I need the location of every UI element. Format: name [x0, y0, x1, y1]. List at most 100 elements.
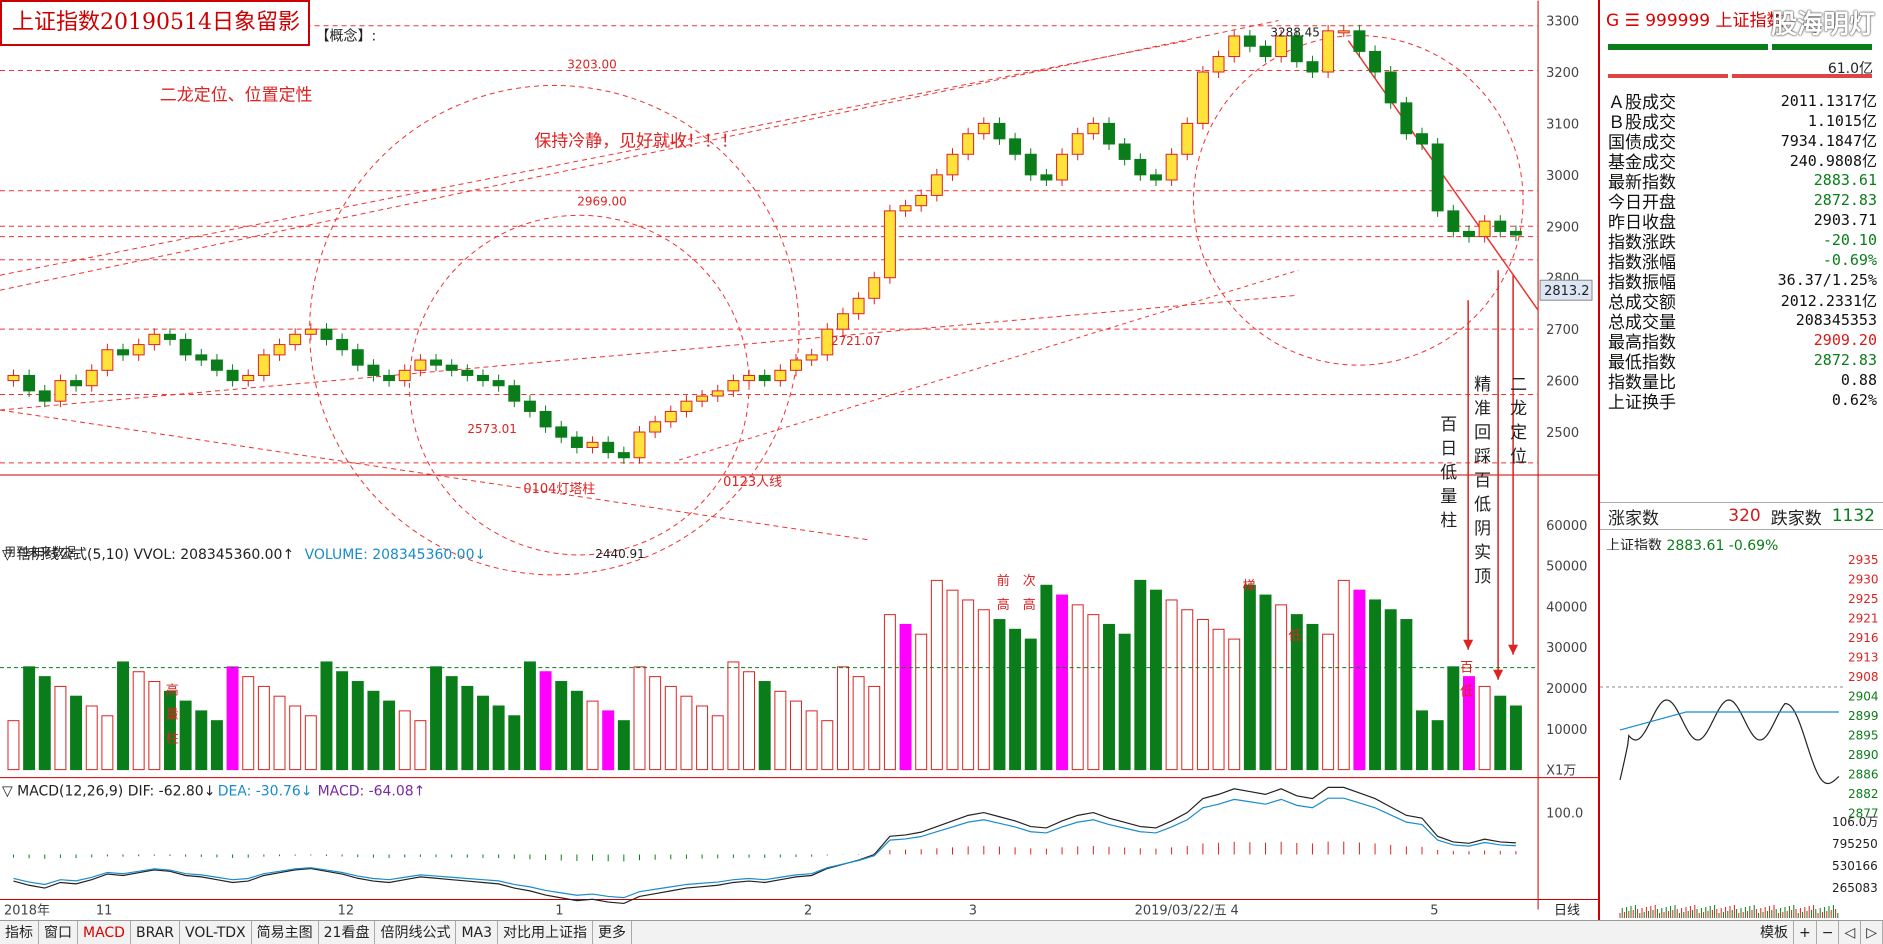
volume-bar: [805, 710, 818, 771]
annotation-precise: 精: [1474, 375, 1491, 395]
label-second-high: 次: [1023, 573, 1036, 589]
price-tick: 2600: [1546, 375, 1579, 390]
extra-value: 61.0亿: [1827, 61, 1873, 77]
volume-bar: [1056, 594, 1069, 771]
annotation-calm: 保持冷静，见好就收！！！: [534, 131, 738, 151]
candle-body: [899, 205, 912, 212]
candle-body: [617, 452, 630, 459]
volume-bar: [336, 671, 349, 771]
candle-body: [1369, 50, 1382, 73]
label-second-high: 高: [1023, 597, 1036, 613]
volume-bar: [445, 676, 458, 771]
tab-5[interactable]: 简易主图: [252, 921, 319, 944]
tab-0[interactable]: 指标: [0, 921, 39, 944]
tab-right-2[interactable]: −: [1817, 921, 1840, 944]
volume-bar: [993, 619, 1006, 771]
macd-header-b: DEA: -30.76↓: [218, 784, 313, 800]
candle-body: [1212, 56, 1225, 73]
candle-body: [711, 390, 724, 397]
price-tick: 2500: [1546, 426, 1579, 441]
volume-bar: [148, 681, 161, 771]
candle-body: [508, 385, 521, 402]
mini-tick: 2921: [1848, 612, 1879, 626]
annotation-hundred-low: 日: [1440, 439, 1457, 459]
macd-tick: 100.0: [1546, 807, 1583, 822]
annotation-precise: 低: [1474, 495, 1491, 515]
tab-right-3[interactable]: ◁: [1839, 921, 1862, 944]
tab-7[interactable]: 倍阴线公式: [375, 921, 457, 944]
price-tick: 2900: [1546, 220, 1579, 235]
label-3288: 3288.45: [1270, 26, 1320, 40]
volume-bar: [836, 666, 849, 771]
vol-tick: 20000: [1546, 682, 1587, 697]
volume-bar: [195, 710, 208, 771]
tab-9[interactable]: 对比用上证指: [498, 921, 594, 944]
candle-body: [70, 380, 83, 387]
volume-bar: [555, 681, 568, 771]
annotation-precise: 回: [1474, 423, 1491, 443]
candle-body: [1009, 138, 1022, 155]
volume-bar: [492, 705, 505, 771]
tab-right-0[interactable]: 模板: [1755, 921, 1794, 944]
tab-8[interactable]: MA3: [456, 921, 499, 944]
annotation-dragon-pos: 龙: [1510, 399, 1527, 419]
candle-body: [586, 441, 599, 448]
quote-sidebar: G ☰ 999999 上证指数 股海明灯 61.0亿 Ａ股成交 2011.1317…: [1600, 0, 1883, 920]
price-tick: 2700: [1546, 323, 1579, 338]
tab-2[interactable]: MACD: [78, 921, 131, 944]
label-vol-high: 量: [166, 708, 179, 723]
volume-bar: [320, 661, 333, 771]
candle-body: [1165, 153, 1178, 181]
quote-value: 2872.83: [1813, 191, 1877, 209]
candle-body: [555, 426, 568, 438]
tab-6[interactable]: 21看盘: [319, 921, 376, 944]
date-tick: 2019/03/22/五: [1135, 903, 1227, 918]
candle-body: [946, 153, 959, 176]
mini-vol-tick: 265083: [1832, 881, 1878, 895]
volume-bar: [1165, 599, 1178, 771]
volume-bar: [1353, 589, 1366, 771]
volume-bar: [1431, 720, 1444, 771]
tab-10[interactable]: 更多: [593, 921, 633, 944]
volume-bar: [101, 715, 114, 771]
volume-bar: [1134, 579, 1147, 771]
candle-body: [805, 354, 818, 361]
tab-right-1[interactable]: +: [1794, 921, 1817, 944]
candle-body: [1509, 230, 1522, 236]
label-vol-high: 高: [166, 683, 179, 699]
candle-body: [1431, 143, 1444, 212]
up-count: 320: [1728, 506, 1761, 526]
volume-bar: [477, 695, 489, 771]
annotation-hundred-low: 量: [1440, 487, 1457, 507]
volume-bar: [351, 681, 364, 771]
vol-tick: 30000: [1546, 641, 1587, 656]
vol-tick: X1万: [1546, 764, 1576, 779]
annotation-dragon-pos: 二: [1510, 375, 1527, 395]
date-tick: 1: [555, 903, 563, 918]
intraday-mini-chart[interactable]: 2935 2930 2925 2921 2916 2913 2908 2904 2899 2895…: [1600, 550, 1883, 920]
kline-chart[interactable]: 3300320031003000290028002700260025006000…: [0, 0, 1600, 920]
label-2573: 2573.01: [467, 422, 517, 436]
candle-body: [649, 421, 662, 433]
annotation-hundred-low: 百: [1440, 415, 1457, 435]
candle-body: [273, 344, 286, 356]
candle-body: [1322, 30, 1335, 73]
price-tick: 3300: [1546, 15, 1579, 30]
tab-right-4[interactable]: ▷: [1861, 921, 1883, 944]
volume-bar: [664, 685, 677, 771]
quote-value: 208345353: [1795, 311, 1877, 329]
candle-body: [570, 436, 583, 448]
mini-vol-tick: 106.0万: [1832, 815, 1878, 829]
label-front-high: 前: [997, 573, 1010, 589]
chart-bg: [0, 0, 1598, 920]
tab-spacer: [632, 921, 1755, 944]
volume-bar: [132, 671, 145, 771]
concept-label: 【概念】:: [316, 28, 377, 45]
bar-green: [1608, 44, 1768, 50]
mini-tick: 2913: [1848, 651, 1879, 665]
tab-4[interactable]: VOL-TDX: [180, 921, 252, 944]
tab-3[interactable]: BRAR: [131, 921, 181, 944]
bar-red: [1608, 74, 1728, 78]
tab-1[interactable]: 窗口: [39, 921, 78, 944]
vol-tick: 50000: [1546, 560, 1587, 575]
